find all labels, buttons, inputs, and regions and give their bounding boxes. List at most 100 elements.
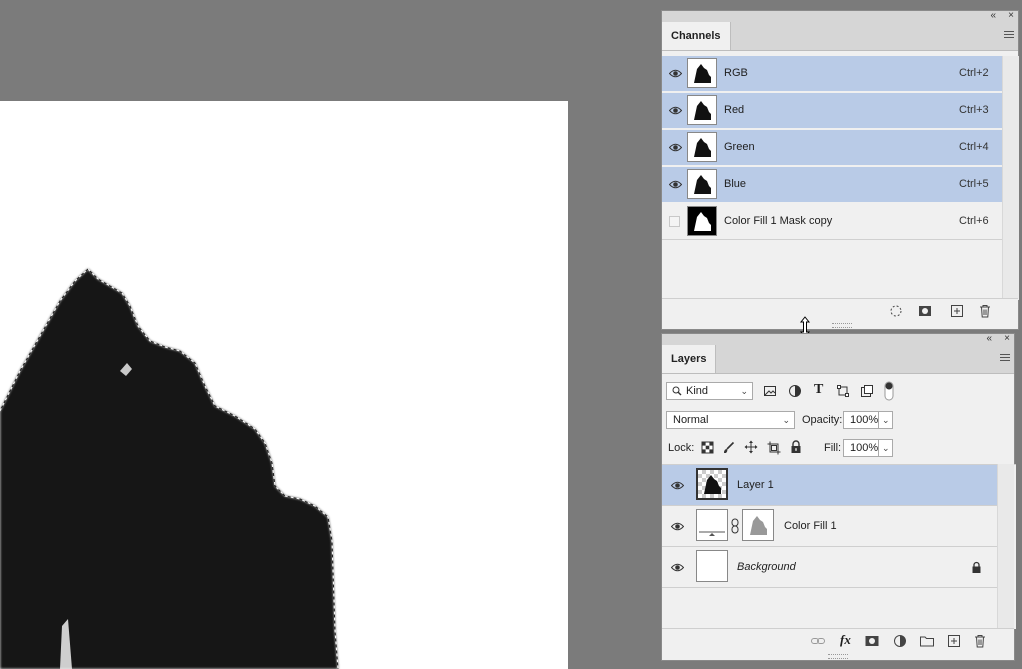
- fill-label: Fill:: [824, 442, 842, 454]
- group-folder-icon[interactable]: [919, 633, 935, 649]
- eye-icon[interactable]: [669, 68, 682, 79]
- delete-icon[interactable]: [977, 303, 993, 319]
- channel-name: Color Fill 1 Mask copy: [724, 215, 833, 227]
- panel-resize-grip[interactable]: [828, 654, 848, 659]
- eye-icon[interactable]: [671, 521, 684, 532]
- chevron-down-icon: ⌄: [782, 415, 790, 425]
- brush-stroke-image: [0, 268, 339, 669]
- image-filter-icon[interactable]: [763, 384, 777, 398]
- lock-label: Lock:: [668, 442, 695, 454]
- new-channel-icon[interactable]: [949, 303, 965, 319]
- link-chain-icon[interactable]: [731, 518, 739, 534]
- panel-menu-icon[interactable]: [1004, 31, 1014, 40]
- channel-row-red[interactable]: Red Ctrl+3: [662, 93, 1002, 129]
- opacity-value: 100%: [850, 414, 879, 426]
- lock-all-icon[interactable]: [790, 440, 802, 454]
- channels-tabbar: Channels: [662, 22, 1018, 51]
- close-panel-button[interactable]: ×: [1004, 332, 1010, 346]
- search-icon: [672, 386, 682, 396]
- layer-name: Background: [737, 561, 796, 573]
- blend-mode-value: Normal: [673, 414, 709, 426]
- channel-shortcut: Ctrl+4: [959, 141, 989, 153]
- layer-row-layer-1[interactable]: Layer 1: [662, 465, 997, 506]
- save-selection-icon[interactable]: [917, 303, 933, 319]
- channel-shortcut: Ctrl+3: [959, 104, 989, 116]
- fill-layer-thumbnail: [696, 509, 728, 541]
- layer-row-background[interactable]: Background: [662, 547, 997, 588]
- channel-row-mask-copy[interactable]: Color Fill 1 Mask copy Ctrl+6: [662, 204, 1002, 240]
- load-selection-icon[interactable]: [888, 303, 904, 319]
- layers-scrollbar[interactable]: [997, 464, 1014, 628]
- lock-artboard-icon[interactable]: [767, 441, 781, 455]
- lock-image-pixels-icon[interactable]: [722, 441, 735, 454]
- channels-list: RGB Ctrl+2 Red Ctrl+3 Green Ctrl+4 Blue: [662, 56, 1020, 300]
- channel-name: Green: [724, 141, 755, 153]
- fill-value: 100%: [850, 442, 879, 454]
- eye-icon[interactable]: [669, 179, 682, 190]
- filter-kind-dropdown[interactable]: Kind ⌄: [666, 382, 753, 400]
- channels-scrollbar[interactable]: [1002, 56, 1019, 300]
- eye-icon[interactable]: [671, 480, 684, 491]
- document-canvas[interactable]: [0, 101, 568, 669]
- channels-footer: [662, 298, 1018, 323]
- channel-name: RGB: [724, 67, 748, 79]
- panel-menu-icon[interactable]: [1000, 354, 1010, 363]
- layers-list: Layer 1 Color Fill 1 Background: [662, 464, 1016, 629]
- smart-object-filter-icon[interactable]: [860, 384, 874, 398]
- channel-row-rgb[interactable]: RGB Ctrl+2: [662, 56, 1002, 92]
- panel-resize-grip[interactable]: [832, 323, 852, 328]
- black-brush-stroke: [0, 269, 338, 669]
- channel-thumbnail: [687, 169, 717, 199]
- chevron-down-icon[interactable]: ⌄: [878, 412, 892, 428]
- channel-thumbnail: [687, 58, 717, 88]
- channel-thumbnail: [687, 132, 717, 162]
- visibility-toggle[interactable]: [669, 216, 680, 227]
- layer-row-color-fill-1[interactable]: Color Fill 1: [662, 506, 997, 547]
- new-layer-icon[interactable]: [946, 633, 962, 649]
- chevron-down-icon: ⌄: [740, 386, 748, 396]
- link-icon[interactable]: [810, 633, 826, 649]
- channel-shortcut: Ctrl+6: [959, 215, 989, 227]
- collapse-panel-button[interactable]: «: [990, 9, 996, 23]
- blend-mode-dropdown[interactable]: Normal ⌄: [666, 411, 795, 429]
- layer-thumbnail: [696, 550, 728, 582]
- eye-icon[interactable]: [669, 105, 682, 116]
- adjustment-icon[interactable]: [892, 633, 908, 649]
- layers-tabbar: Layers: [662, 345, 1014, 374]
- channel-name: Red: [724, 104, 745, 116]
- adjustment-filter-icon[interactable]: [788, 384, 802, 398]
- layers-footer: fx: [662, 628, 1014, 653]
- eye-icon[interactable]: [671, 562, 684, 573]
- layers-panel: « × Layers Kind ⌄ T Normal ⌄ Opacity: 10…: [661, 332, 1016, 661]
- fill-field[interactable]: 100% ⌄: [843, 439, 893, 457]
- opacity-label: Opacity:: [802, 414, 843, 426]
- shape-filter-icon[interactable]: [836, 384, 850, 398]
- layer-mask-thumbnail[interactable]: [742, 509, 774, 541]
- filter-toggle-icon[interactable]: [884, 381, 894, 401]
- layer-name: Color Fill 1: [784, 520, 837, 532]
- channel-row-blue[interactable]: Blue Ctrl+5: [662, 167, 1002, 203]
- lock-icon: [972, 561, 981, 573]
- lock-transparent-pixels-icon[interactable]: [701, 441, 714, 454]
- layer-name: Layer 1: [737, 479, 774, 491]
- channel-thumbnail: [687, 206, 717, 236]
- layer-thumbnail: [696, 468, 728, 500]
- mask-icon[interactable]: [864, 633, 880, 649]
- channel-row-green[interactable]: Green Ctrl+4: [662, 130, 1002, 166]
- fx-icon[interactable]: fx: [840, 632, 851, 648]
- channel-shortcut: Ctrl+2: [959, 67, 989, 79]
- tab-layers[interactable]: Layers: [662, 345, 717, 373]
- delete-icon[interactable]: [972, 633, 988, 649]
- lock-position-icon[interactable]: [744, 440, 758, 454]
- channel-name: Blue: [724, 178, 747, 190]
- channel-thumbnail: [687, 95, 717, 125]
- filter-kind-value: Kind: [686, 385, 709, 397]
- channels-panel: « × Channels RGB Ctrl+2 Red Ctrl+3 Green…: [661, 10, 1019, 330]
- collapse-panel-button[interactable]: «: [986, 332, 992, 346]
- eye-icon[interactable]: [669, 142, 682, 153]
- chevron-down-icon[interactable]: ⌄: [878, 440, 892, 456]
- type-filter-icon[interactable]: T: [814, 382, 823, 398]
- tab-channels[interactable]: Channels: [662, 22, 731, 50]
- close-panel-button[interactable]: ×: [1008, 9, 1014, 23]
- opacity-field[interactable]: 100% ⌄: [843, 411, 893, 429]
